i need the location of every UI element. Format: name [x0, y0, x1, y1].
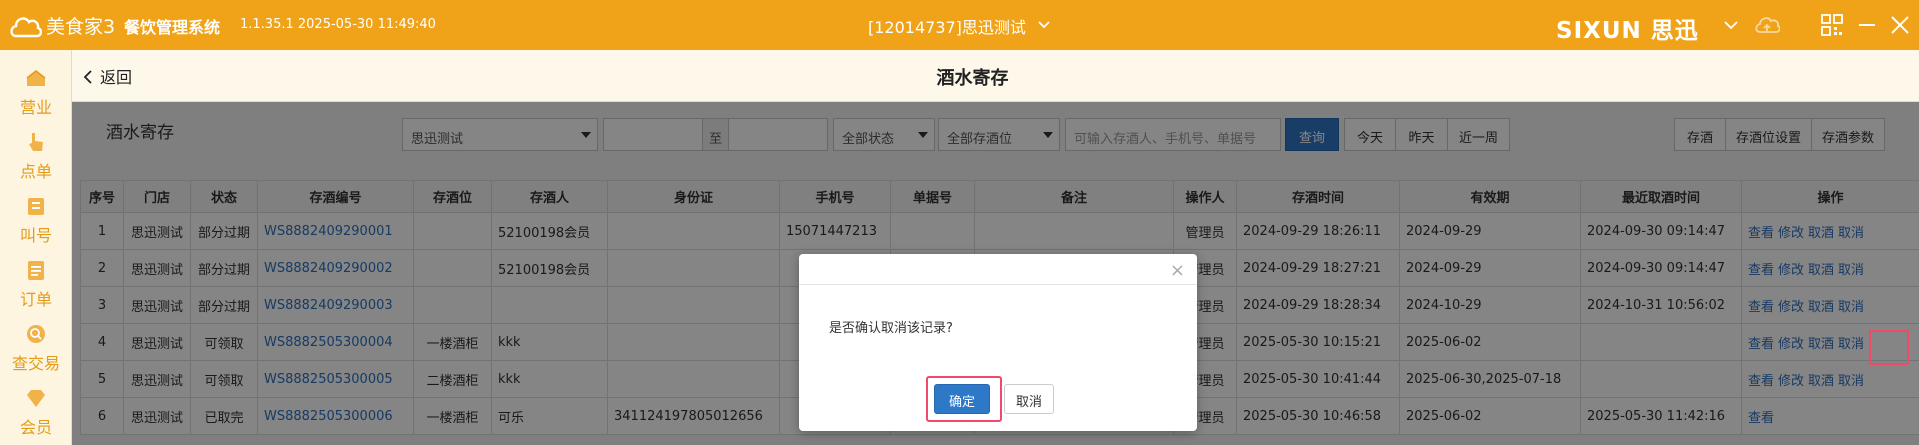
brand-name: 美食家3	[46, 16, 116, 38]
sidebar-item-label: 点单	[19, 162, 52, 181]
sidebar-item-label: 会员	[19, 418, 52, 437]
system-name: 餐饮管理系统	[124, 18, 221, 37]
sidebar-item-orders[interactable]: 订单	[0, 250, 72, 314]
page-title: 酒水寄存	[936, 68, 1009, 89]
store-selector[interactable]: [12014737]思迅测试	[868, 14, 1026, 38]
sidebar-item-search-transaction[interactable]: 查交易	[0, 314, 72, 378]
sidebar-item-call-number[interactable]: 叫号	[0, 186, 72, 250]
chevron-down-icon[interactable]	[1723, 18, 1739, 32]
call-number-icon	[28, 198, 44, 215]
version-info: 1.1.35.1 2025-05-30 11:49:40	[240, 17, 436, 32]
search-transaction-icon	[27, 325, 45, 343]
close-icon[interactable]	[1889, 14, 1911, 36]
highlight-cancel-link	[1869, 330, 1909, 365]
business-icon	[26, 70, 46, 86]
sidebar-item-member[interactable]: 会员	[0, 378, 72, 442]
dialog-cancel-button[interactable]: 取消	[1004, 384, 1054, 414]
confirm-dialog: × 是否确认取消该记录? 确定 取消	[799, 254, 1197, 431]
chevron-down-icon[interactable]	[1037, 18, 1051, 32]
sidebar-item-label: 营业	[19, 98, 52, 117]
title-bar: 美食家3 餐饮管理系统 1.1.35.1 2025-05-30 11:49:40…	[0, 0, 1919, 50]
page-header: 返回 酒水寄存	[72, 50, 1919, 102]
sidebar-item-business[interactable]: 营业	[0, 58, 72, 122]
minimize-icon[interactable]	[1857, 14, 1877, 36]
sidebar-item-label: 叫号	[19, 226, 52, 245]
sidebar-item-label: 查交易	[11, 354, 60, 373]
cloud-logo-icon	[10, 17, 43, 38]
dialog-divider	[799, 284, 1197, 285]
sidebar-item-label: 订单	[19, 290, 52, 309]
company-logo: SIXUN 思迅	[1556, 18, 1699, 44]
sidebar-item-order[interactable]: 点单	[0, 122, 72, 186]
dialog-message: 是否确认取消该记录?	[829, 321, 953, 336]
left-sidebar: 营业 点单 叫号 订单 查交易 会员	[0, 50, 72, 445]
qr-code-icon[interactable]	[1821, 14, 1843, 36]
order-hand-icon	[29, 133, 43, 151]
cloud-upload-icon[interactable]	[1754, 13, 1780, 37]
member-diamond-icon	[27, 390, 45, 407]
orders-list-icon	[28, 261, 44, 280]
dialog-close-icon[interactable]: ×	[1170, 260, 1185, 281]
confirm-button[interactable]: 确定	[934, 384, 990, 414]
